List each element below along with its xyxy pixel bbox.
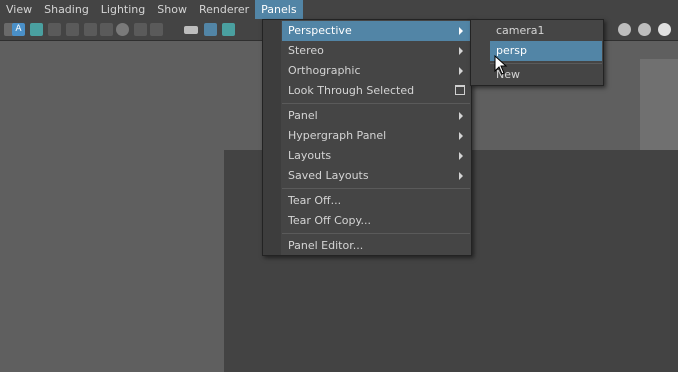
texture-icon[interactable] [638, 23, 651, 36]
camera-attributes-icon[interactable]: A [12, 23, 25, 36]
menu-item-tear-off-copy[interactable]: Tear Off Copy... [282, 211, 470, 231]
option-box-icon[interactable] [455, 85, 465, 95]
submenu-arrow-icon [459, 172, 463, 180]
submenu-arrow-icon [459, 27, 463, 35]
bookmark-icon[interactable] [30, 23, 43, 36]
camera-icon[interactable] [184, 26, 198, 34]
menu-item-look-through-selected[interactable]: Look Through Selected [282, 81, 470, 101]
menu-item-stereo[interactable]: Stereo [282, 41, 470, 61]
gate-mask-icon[interactable] [116, 23, 129, 36]
submenu-arrow-icon [459, 132, 463, 140]
frame-icon[interactable] [222, 23, 235, 36]
menu-panels[interactable]: Panels [255, 0, 303, 19]
menu-item-label: Look Through Selected [288, 84, 415, 97]
menu-item-label: Hypergraph Panel [288, 129, 387, 142]
menu-item-tear-off[interactable]: Tear Off... [282, 191, 470, 211]
film-gate-icon[interactable] [84, 23, 97, 36]
menu-item-label: Stereo [288, 44, 324, 57]
submenu-item-camera1[interactable]: camera1 [490, 21, 602, 41]
menu-lighting[interactable]: Lighting [95, 0, 151, 19]
resolution-gate-icon[interactable] [100, 23, 113, 36]
image-plane-icon[interactable] [48, 23, 61, 36]
submenu-arrow-icon [459, 112, 463, 120]
menu-item-panel[interactable]: Panel [282, 106, 470, 126]
mouse-cursor-icon [494, 55, 508, 75]
menu-item-saved-layouts[interactable]: Saved Layouts [282, 166, 470, 186]
menu-separator [282, 233, 470, 234]
menu-item-label: Layouts [288, 149, 332, 162]
perspective-submenu: camera1 persp New [470, 19, 604, 86]
menu-item-label: Saved Layouts [288, 169, 369, 182]
grid-icon[interactable] [66, 23, 79, 36]
menu-renderer[interactable]: Renderer [193, 0, 255, 19]
menu-gutter [263, 20, 281, 255]
menu-item-hypergraph-panel[interactable]: Hypergraph Panel [282, 126, 470, 146]
panels-dropdown-menu: Perspective Stereo Orthographic Look Thr… [262, 19, 472, 256]
menu-show[interactable]: Show [151, 0, 193, 19]
submenu-arrow-icon [459, 67, 463, 75]
menu-view[interactable]: View [0, 0, 38, 19]
submenu-arrow-icon [459, 47, 463, 55]
menu-item-label: Orthographic [288, 64, 361, 77]
menu-separator [282, 103, 470, 104]
lock-camera-icon[interactable] [204, 23, 217, 36]
menu-item-layouts[interactable]: Layouts [282, 146, 470, 166]
safe-action-icon[interactable] [150, 23, 163, 36]
menu-item-label: Perspective [288, 24, 352, 37]
menu-shading[interactable]: Shading [38, 0, 95, 19]
menu-bar: View Shading Lighting Show Renderer Pane… [0, 0, 678, 19]
menu-item-orthographic[interactable]: Orthographic [282, 61, 470, 81]
menu-item-label: Panel Editor... [288, 239, 364, 252]
menu-item-label: Tear Off... [288, 194, 342, 207]
menu-item-panel-editor[interactable]: Panel Editor... [282, 236, 470, 256]
light-icon[interactable] [658, 23, 671, 36]
sphere-shading-icon[interactable] [618, 23, 631, 36]
field-chart-icon[interactable] [134, 23, 147, 36]
menu-item-label: Panel [288, 109, 318, 122]
menu-item-perspective[interactable]: Perspective [282, 21, 470, 41]
menu-separator [282, 188, 470, 189]
submenu-arrow-icon [459, 152, 463, 160]
menu-item-label: Tear Off Copy... [288, 214, 371, 227]
